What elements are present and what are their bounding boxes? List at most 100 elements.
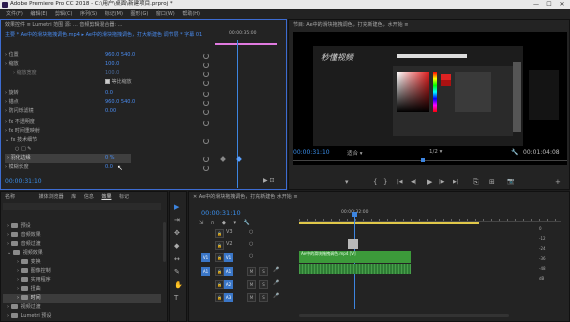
reset-icon[interactable] — [203, 120, 209, 126]
tab-markers[interactable]: 标记 — [119, 194, 129, 200]
keyframe-marker[interactable] — [220, 156, 226, 162]
quality-dropdown[interactable]: 1/2 ▾ — [429, 149, 442, 155]
reset-icon[interactable] — [203, 156, 209, 162]
menu-graphics[interactable]: 图形(G) — [131, 9, 149, 19]
time-ruler[interactable]: 00:00:32:00 — [299, 210, 561, 222]
hand-tool-icon[interactable]: ✋ — [174, 282, 183, 289]
program-timecode[interactable]: 00:00:31:10 — [293, 149, 330, 156]
tree-item-video-effects[interactable]: ⌄ 视频效果 — [7, 249, 43, 258]
lock-icon[interactable]: 🔒 — [215, 293, 224, 302]
razor-tool-icon[interactable]: ◆ — [174, 243, 181, 250]
pen-mask-icon[interactable]: ✎ — [27, 146, 31, 152]
marker-button[interactable]: ▾ — [345, 178, 349, 186]
ellipse-mask-icon[interactable]: ○ — [15, 146, 19, 152]
tree-item-audio-effects[interactable]: › 音频效果 — [7, 231, 41, 240]
timeline-toolbar-icons[interactable]: ⇲ ∩ ◆ ▾ 🔧 — [199, 220, 253, 226]
voiceover-mic-icon[interactable]: 🎤 — [273, 267, 279, 273]
video-frame[interactable]: 秒懂视频 — [293, 32, 567, 165]
rect-mask-icon[interactable]: □ — [21, 146, 26, 152]
wrench-icon[interactable]: 🔧 — [511, 149, 518, 156]
uniform-scale-checkbox-row[interactable]: 等比缩放 — [105, 78, 132, 87]
go-to-out-button[interactable]: ▶| — [453, 178, 459, 186]
menu-clip[interactable]: 剪辑(C) — [55, 9, 72, 19]
tree-item-distort[interactable]: › 扭曲 — [17, 285, 41, 294]
solo-button[interactable]: S — [259, 267, 268, 276]
menu-edit[interactable]: 编辑(E) — [30, 9, 47, 19]
program-scrubber[interactable] — [293, 160, 567, 161]
blur-length-value[interactable]: 0.0 — [105, 163, 113, 172]
reset-icon[interactable] — [203, 80, 209, 86]
go-to-in-button[interactable]: |◀ — [397, 178, 403, 186]
reset-icon[interactable] — [203, 165, 209, 171]
selection-tool-icon[interactable]: ▶ — [174, 204, 181, 211]
track-select-tool-icon[interactable]: ⇥ — [174, 217, 181, 224]
maximize-button[interactable]: ☐ — [543, 0, 555, 9]
video-clip-v1[interactable]: Ae中的滑块拖拽调色.mp4 [V] — [299, 251, 411, 263]
reset-icon[interactable] — [203, 53, 209, 59]
tree-item-audio-transitions[interactable]: › 音频过渡 — [7, 240, 41, 249]
position-value[interactable]: 960.0 540.0 — [105, 51, 135, 60]
lock-icon[interactable]: 🔒 — [215, 241, 224, 250]
row-time-remap[interactable]: › fx 时间重映射 — [5, 127, 40, 136]
lock-icon[interactable]: 🔒 — [215, 267, 224, 276]
menu-marker[interactable]: 标记(M) — [105, 9, 123, 19]
tree-item-time[interactable]: › 时间 — [17, 294, 41, 303]
tree-item-video-transitions[interactable]: › 视频过渡 — [7, 303, 41, 312]
row-opacity[interactable]: › fx 不透明度 — [5, 118, 35, 127]
lift-button[interactable]: ⎘ — [473, 178, 479, 186]
play-button[interactable]: ▶ — [427, 178, 432, 186]
menu-file[interactable]: 文件(F) — [6, 9, 23, 19]
tree-item-transform[interactable]: › 变换 — [17, 258, 41, 267]
toggle-output-icon[interactable]: ○ — [249, 241, 253, 247]
toggle-arrow-icon[interactable]: › — [5, 52, 7, 58]
lock-icon[interactable]: 🔒 — [215, 280, 224, 289]
row-effect[interactable]: ⌄ fx 技术细节 — [5, 136, 37, 145]
source-patch-v1[interactable]: V1 — [201, 253, 210, 262]
pen-tool-icon[interactable]: ✎ — [174, 269, 181, 276]
row-blur-length[interactable]: › 模糊长度 — [5, 163, 29, 172]
button-editor-icon[interactable]: + — [555, 178, 561, 186]
mute-button[interactable]: M — [247, 280, 256, 289]
scale-width-value[interactable]: 100.0 — [105, 69, 119, 78]
menu-window[interactable]: 窗口(W) — [156, 9, 175, 19]
adjustment-clip-v2[interactable] — [348, 239, 358, 249]
tab-library[interactable]: 库 — [71, 194, 76, 200]
ec-playhead[interactable] — [237, 40, 238, 188]
fit-dropdown[interactable]: 适合 ▾ — [347, 149, 363, 157]
track-label-a2[interactable]: A2 — [224, 280, 233, 289]
tree-item-utility[interactable]: › 实用程序 — [17, 276, 51, 285]
feather-value[interactable]: 0 % — [105, 154, 115, 163]
minimize-button[interactable]: — — [530, 0, 542, 9]
extract-button[interactable]: ⊞ — [489, 178, 495, 186]
mute-button[interactable]: M — [247, 293, 256, 302]
effects-search-input[interactable] — [3, 203, 161, 210]
tree-item-lumetri-presets[interactable]: › Lumetri 预设 — [7, 312, 51, 321]
close-button[interactable]: ✕ — [556, 0, 568, 9]
timeline-playhead[interactable] — [354, 217, 355, 309]
toggle-output-icon[interactable]: ○ — [249, 253, 253, 259]
uniform-scale-checkbox[interactable] — [105, 79, 110, 84]
row-feather[interactable]: › 羽化边缘 — [7, 154, 31, 163]
effects-scrollbar[interactable] — [163, 222, 166, 262]
ec-export-icons[interactable]: ▶ ⊡ — [263, 177, 275, 184]
anchor-value[interactable]: 960.0 540.0 — [105, 98, 135, 107]
reset-icon[interactable] — [203, 62, 209, 68]
ripple-edit-tool-icon[interactable]: ✥ — [174, 230, 181, 237]
rotation-value[interactable]: 0.0 — [105, 89, 113, 98]
track-label-a1[interactable]: A1 — [224, 267, 233, 276]
scale-value[interactable]: 100.0 — [105, 60, 119, 69]
track-label-v3[interactable]: V3 — [226, 229, 233, 235]
mute-button[interactable]: M — [247, 267, 256, 276]
menu-sequence[interactable]: 序列(S) — [80, 9, 97, 19]
voiceover-mic-icon[interactable]: 🎤 — [273, 280, 279, 286]
tab-info[interactable]: 信息 — [84, 194, 94, 200]
tab-effects[interactable]: 效果 — [101, 194, 111, 200]
reset-icon[interactable] — [203, 71, 209, 77]
reset-icon[interactable] — [203, 100, 209, 106]
tab-media-browser[interactable]: 媒体浏览器 — [39, 194, 64, 200]
anti-flicker-value[interactable]: 0.00 — [105, 107, 116, 116]
export-frame-button[interactable]: 📷 — [507, 178, 514, 186]
lock-icon[interactable]: 🔒 — [215, 229, 224, 238]
tree-item-image-control[interactable]: › 图像控制 — [17, 267, 51, 276]
type-tool-icon[interactable]: T — [174, 295, 181, 302]
